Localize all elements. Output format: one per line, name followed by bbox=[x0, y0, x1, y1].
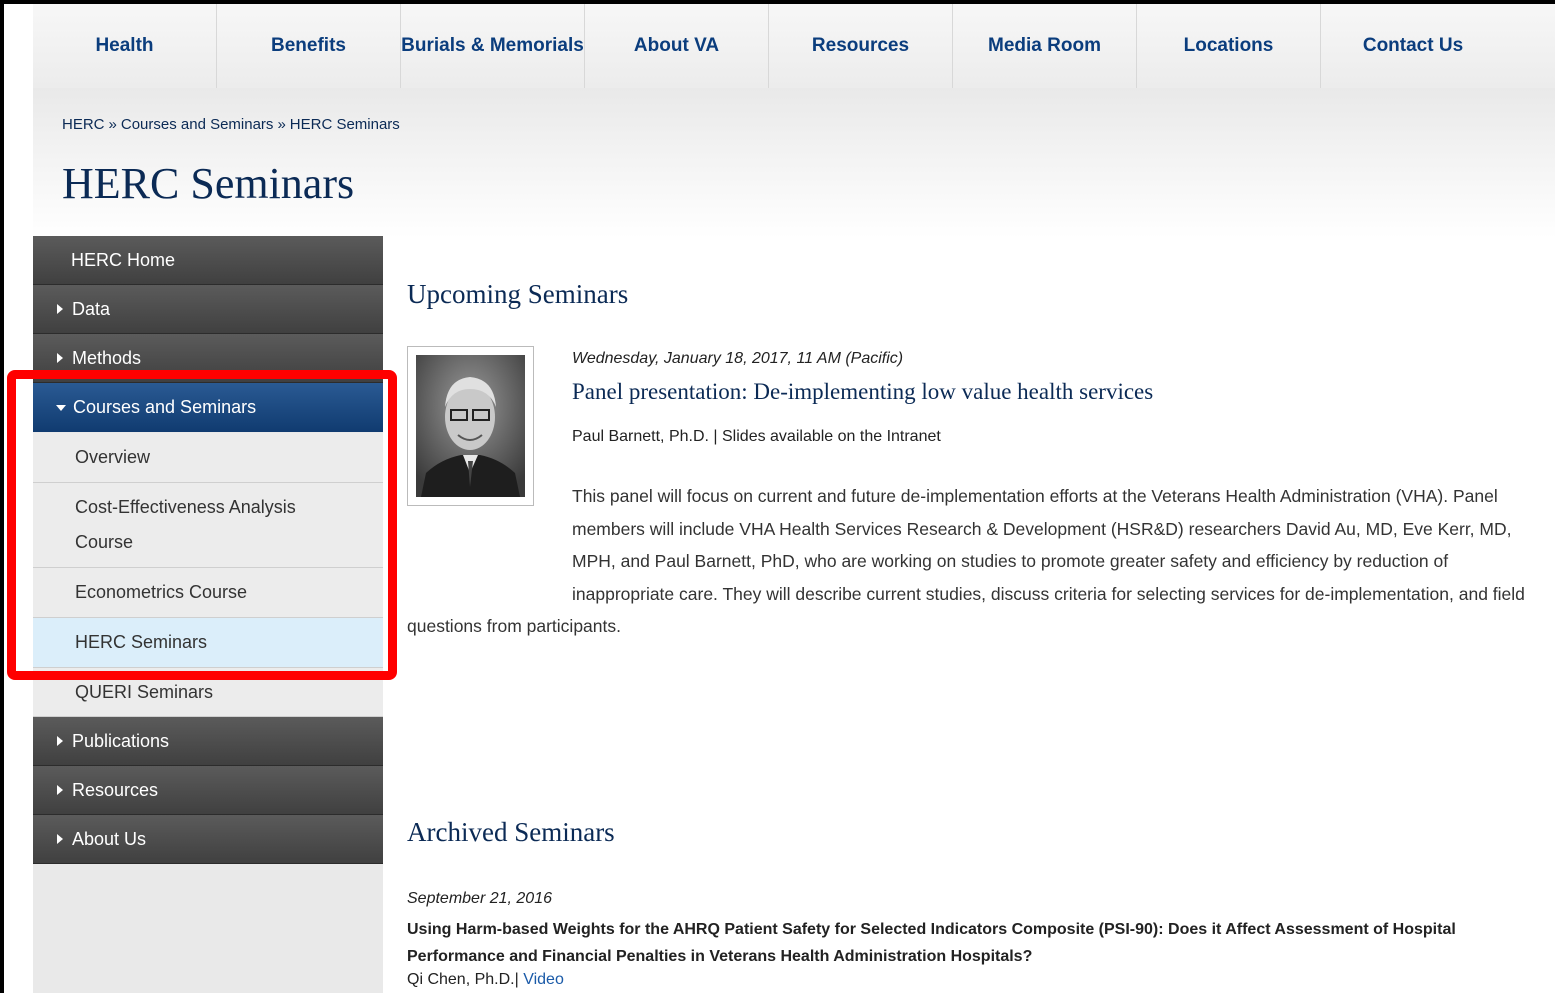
collapse-arrow-icon bbox=[56, 404, 66, 411]
seminar-title-link[interactable]: Panel presentation: De-implementing low … bbox=[572, 379, 1153, 405]
page-title: HERC Seminars bbox=[62, 159, 355, 208]
upcoming-seminars-heading: Upcoming Seminars bbox=[407, 279, 629, 309]
sidebar-subitem-overview[interactable]: Overview bbox=[33, 433, 383, 483]
sidebar-item-label: HERC Home bbox=[71, 249, 176, 270]
expand-arrow-icon bbox=[57, 785, 63, 795]
sidebar-item-label: QUERI Seminars bbox=[75, 681, 214, 702]
sidebar-item-label: HERC Seminars bbox=[75, 632, 208, 652]
breadcrumb-courses-seminars[interactable]: Courses and Seminars bbox=[121, 116, 274, 133]
sidebar-item-label: Cost-Effectiveness Analysis Course bbox=[75, 497, 296, 552]
sidebar-item-about-us[interactable]: About Us bbox=[33, 815, 383, 864]
seminar-description-text: This panel will focus on current and fut… bbox=[407, 486, 1525, 636]
top-nav: Health Benefits Burials & Memorials Abou… bbox=[33, 4, 1555, 88]
breadcrumb-separator: » bbox=[277, 116, 286, 133]
nav-contact-us[interactable]: Contact Us bbox=[1321, 4, 1505, 88]
sidebar-item-label: About Us bbox=[72, 828, 147, 849]
expand-arrow-icon bbox=[57, 353, 63, 363]
sidebar-item-courses-seminars[interactable]: Courses and Seminars bbox=[33, 383, 383, 432]
sidebar: HERC Home Data Methods Courses and Semin… bbox=[33, 236, 383, 993]
nav-benefits[interactable]: Benefits bbox=[217, 4, 401, 88]
nav-locations[interactable]: Locations bbox=[1137, 4, 1321, 88]
sidebar-item-methods[interactable]: Methods bbox=[33, 334, 383, 383]
sidebar-item-publications[interactable]: Publications bbox=[33, 717, 383, 766]
sidebar-item-label: Econometrics Course bbox=[75, 582, 248, 602]
sidebar-subitem-cea-course[interactable]: Cost-Effectiveness Analysis Course bbox=[33, 483, 383, 568]
sidebar-item-resources[interactable]: Resources bbox=[33, 766, 383, 815]
sidebar-item-label: Data bbox=[72, 298, 111, 319]
sidebar-item-label: Courses and Seminars bbox=[73, 397, 257, 417]
archived-seminar-title[interactable]: Using Harm-based Weights for the AHRQ Pa… bbox=[407, 916, 1527, 970]
expand-arrow-icon bbox=[57, 304, 63, 314]
sidebar-item-data[interactable]: Data bbox=[33, 285, 383, 334]
sidebar-subitem-queri-seminars[interactable]: QUERI Seminars bbox=[33, 668, 383, 717]
expand-arrow-icon bbox=[57, 834, 63, 844]
breadcrumb-separator: » bbox=[108, 116, 117, 133]
sidebar-item-label: Resources bbox=[72, 779, 159, 800]
breadcrumb-herc[interactable]: HERC bbox=[62, 116, 105, 133]
breadcrumb-current: HERC Seminars bbox=[289, 116, 400, 133]
breadcrumb: HERC» Courses and Seminars» HERC Seminars bbox=[62, 116, 400, 133]
archived-seminar-presenter: Qi Chen, Ph.D.| Video bbox=[407, 971, 564, 989]
seminar-description: This panel will focus on current and fut… bbox=[407, 480, 1537, 643]
screenshot-frame-left bbox=[0, 0, 4, 993]
archived-seminars-heading: Archived Seminars bbox=[407, 817, 615, 847]
photo-spacer bbox=[407, 480, 572, 610]
sidebar-item-herc-home[interactable]: HERC Home bbox=[33, 236, 383, 285]
archived-seminar-date: September 21, 2016 bbox=[407, 890, 552, 907]
nav-resources[interactable]: Resources bbox=[769, 4, 953, 88]
sidebar-item-label: Publications bbox=[72, 730, 170, 751]
nav-about-va[interactable]: About VA bbox=[585, 4, 769, 88]
nav-health[interactable]: Health bbox=[33, 4, 217, 88]
sidebar-subitem-econometrics[interactable]: Econometrics Course bbox=[33, 568, 383, 618]
sidebar-subitem-herc-seminars[interactable]: HERC Seminars bbox=[33, 618, 383, 668]
expand-arrow-icon bbox=[57, 736, 63, 746]
seminar-date: Wednesday, January 18, 2017, 11 AM (Paci… bbox=[572, 350, 904, 367]
archived-presenter-name: Qi Chen, Ph.D.| bbox=[407, 971, 519, 988]
sidebar-item-label: Overview bbox=[75, 447, 151, 467]
sidebar-item-label: Methods bbox=[72, 347, 142, 368]
video-link[interactable]: Video bbox=[523, 971, 564, 988]
portrait-image bbox=[416, 355, 525, 497]
seminar-presenter: Paul Barnett, Ph.D. | Slides available o… bbox=[572, 428, 941, 445]
nav-burials-memorials[interactable]: Burials & Memorials bbox=[401, 4, 585, 88]
nav-media-room[interactable]: Media Room bbox=[953, 4, 1137, 88]
